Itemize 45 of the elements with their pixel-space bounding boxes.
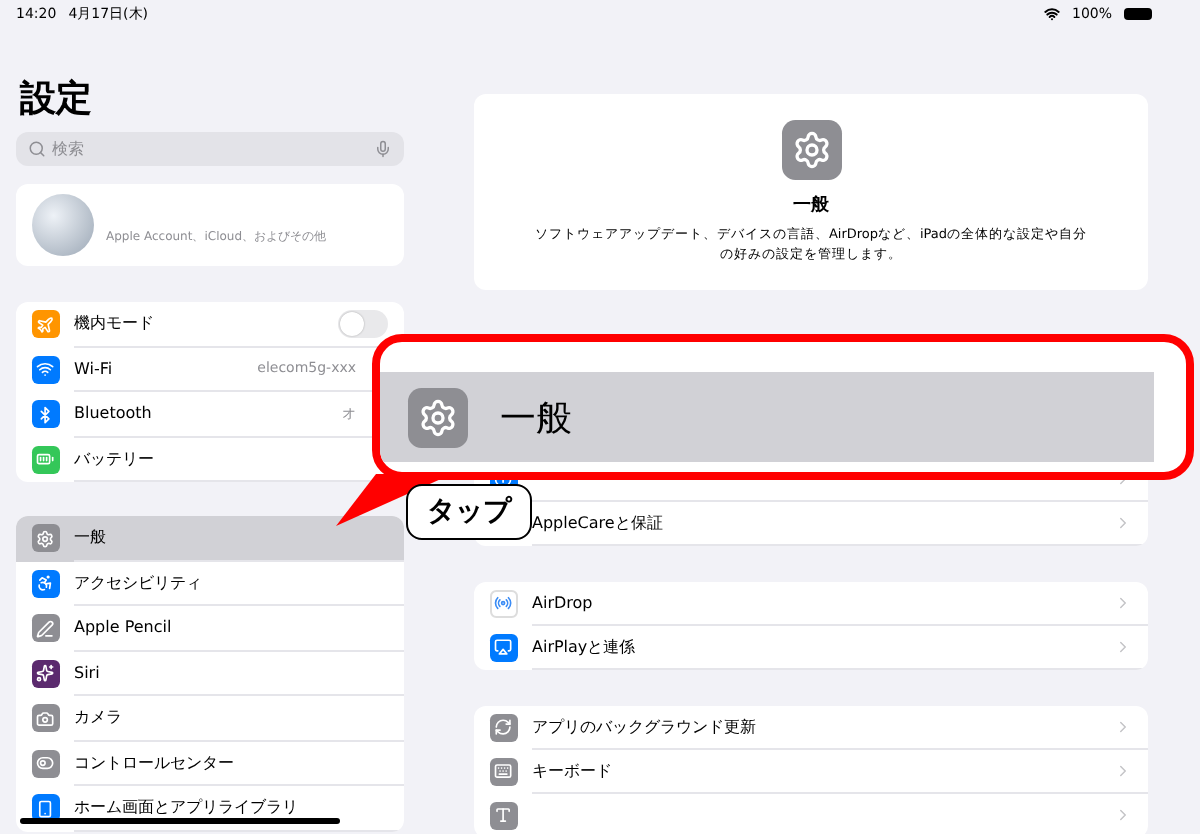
header-title: 一般 (793, 193, 829, 218)
chevron-icon (1114, 594, 1132, 612)
row-label: AirDrop (532, 594, 595, 612)
sidebar-label: 機内モード (74, 312, 156, 335)
zoomed-label: 一般 (500, 395, 572, 441)
sidebar-label: Siri (74, 663, 102, 682)
settings-row[interactable]: アプリのバックグラウンド更新 (474, 706, 1148, 750)
sidebar-label: ホーム画面とアプリライブラリ (74, 796, 300, 819)
sidebar-item[interactable]: アクセシビリティ (16, 561, 404, 606)
chevron-icon (1114, 514, 1132, 532)
sidebar-item[interactable]: コントロールセンター (16, 741, 404, 786)
sidebar-item[interactable]: カメラ (16, 696, 404, 741)
settings-icon (781, 120, 841, 180)
sidebar-label: Apple Pencil (74, 618, 174, 637)
toggle-switch[interactable] (338, 309, 388, 338)
row-label: AirPlayと連係 (532, 636, 638, 658)
chevron-icon (1114, 718, 1132, 736)
sidebar-label: Bluetooth (74, 404, 154, 423)
chevron-icon (1114, 806, 1132, 824)
row-label: AppleCareと保証 (532, 512, 665, 534)
wifi-icon (1043, 5, 1060, 21)
sidebar-label: カメラ (74, 706, 124, 729)
search-icon (28, 140, 46, 158)
settings-row[interactable]: キーボード (474, 750, 1148, 794)
sidebar-label: コントロールセンター (74, 751, 236, 774)
tap-tooltip: タップ (406, 484, 532, 540)
sidebar-item[interactable]: Siri (16, 651, 404, 696)
sidebar-label: 一般 (74, 526, 108, 549)
sidebar-item[interactable]: Apple Pencil (16, 606, 404, 651)
avatar (32, 194, 94, 256)
settings-icon (408, 387, 468, 447)
settings-title: 設定 (20, 76, 94, 124)
sidebar-label: Wi-Fi (74, 359, 115, 378)
battery-icon (1124, 7, 1152, 19)
search-placeholder: 検索 (52, 138, 86, 160)
row-label: キーボード (532, 760, 614, 782)
microphone-icon (374, 140, 392, 158)
settings-row[interactable]: AirDrop (474, 582, 1148, 626)
settings-row[interactable]: AirPlayと連係 (474, 626, 1148, 670)
sidebar-label: アクセシビリティ (74, 571, 204, 594)
row-label: アプリのバックグラウンド更新 (532, 716, 758, 738)
chevron-icon (1114, 762, 1132, 780)
sidebar-label: バッテリー (74, 447, 156, 470)
chevron-icon (1114, 638, 1132, 656)
sidebar-item[interactable]: 一般 (16, 516, 404, 561)
